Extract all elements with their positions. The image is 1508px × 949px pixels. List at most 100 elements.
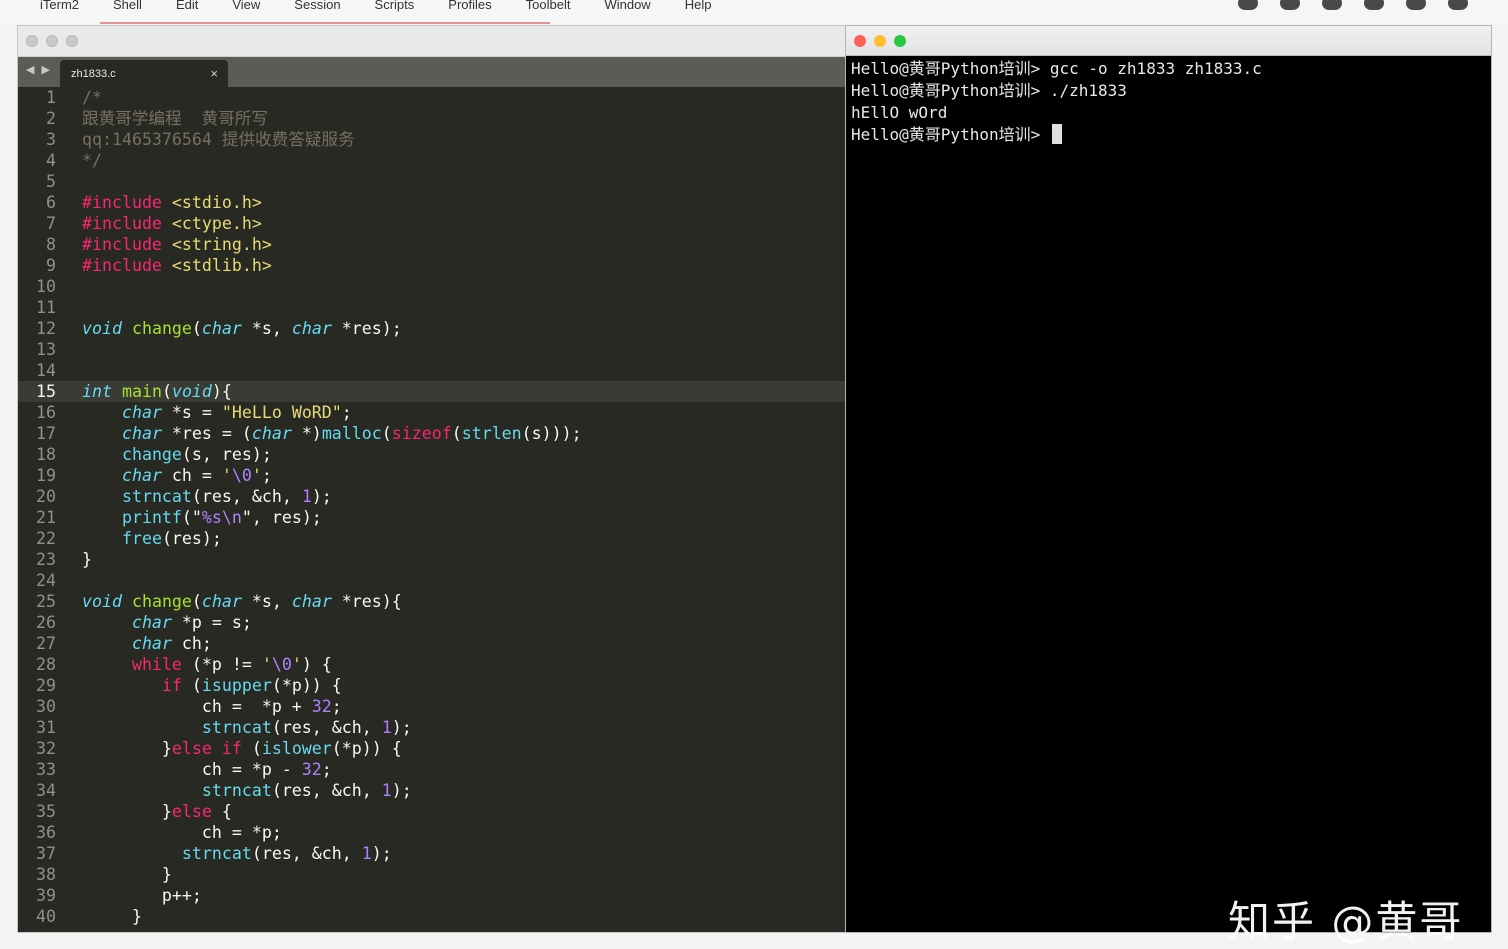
menu-item[interactable]: iTerm2 [40,0,79,22]
code-token: *s = [161,403,222,422]
code-token: 32 [311,697,332,716]
code-token: ( [191,592,202,611]
line-number: 13 [36,340,56,359]
code-token: char [291,319,332,338]
code-token: ; [341,403,352,422]
code-token: ( [451,424,462,443]
code-token: char [121,403,162,422]
code-token: 1 [301,487,312,506]
close-window-icon[interactable] [854,35,866,47]
line-number: 11 [36,298,56,317]
code-token: (res, &ch, [271,781,382,800]
code-line: char *res = (char *)malloc(sizeof(strlen… [82,423,850,444]
watermark: 知乎 @黄哥 [1228,897,1464,946]
code-token: ); [371,844,392,863]
code-line: strncat(res, &ch, 1); [82,780,850,801]
code-token: } [82,907,142,926]
code-token: *res); [331,319,402,338]
line-number: 39 [36,886,56,905]
status-icon[interactable] [1364,0,1384,10]
code-token: <ctype.h> [171,214,262,233]
status-icon[interactable] [1238,0,1258,10]
code-token: ); [311,487,332,506]
tab-zh1833-c[interactable]: zh1833.c × [60,60,228,87]
decorative-line [100,22,550,24]
menu-item[interactable]: Profiles [448,0,491,22]
code-token: *res){ [331,592,402,611]
code-line: }else { [82,801,850,822]
menu-item[interactable]: Toolbelt [526,0,571,22]
code-token: *s, [241,592,292,611]
menu-item[interactable]: Window [604,0,650,22]
editor-titlebar[interactable] [18,26,850,57]
code-token: ch = *p + [82,697,312,716]
status-icon[interactable] [1406,0,1426,10]
menubar-status-icons [1238,0,1468,10]
code-line: printf("%s\n", res); [82,507,850,528]
code-token: ( [381,424,392,443]
line-number: 35 [36,802,56,821]
terminal-titlebar[interactable] [846,26,1491,56]
status-icon[interactable] [1448,0,1468,10]
menu-item[interactable]: View [232,0,260,22]
line-number-gutter: 1 2 3 4 5 6 7 8 9 10 11 12 13 14 15 16 17 18 19 20 21 22 23 24 2… [18,87,74,927]
code-token: ) { [301,655,332,674]
line-number: 8 [46,235,56,254]
menu-item[interactable]: Shell [113,0,142,22]
code-token: void [82,319,122,338]
code-token: (*p != [181,655,262,674]
terminal-output[interactable]: Hello@黄哥Python培训> gcc -o zh1833 zh1833.c… [851,58,1262,146]
zoom-window-icon[interactable] [894,35,906,47]
close-window-icon[interactable] [26,35,38,47]
code-token: (" [181,508,202,527]
code-line: } [82,906,850,927]
status-icon[interactable] [1322,0,1342,10]
line-number: 29 [36,676,56,695]
code-line: if (isupper(*p)) { [82,675,850,696]
code-token: char [251,424,292,443]
line-number: 30 [36,697,56,716]
code-token: islower [261,739,332,758]
menu-item[interactable]: Scripts [375,0,415,22]
code-token: ' [251,466,262,485]
code-token: ' [291,655,302,674]
menu-item[interactable]: Session [294,0,340,22]
code-token: change [131,319,192,338]
menu-item[interactable]: Help [685,0,712,22]
zoom-window-icon[interactable] [66,35,78,47]
line-number: 36 [36,823,56,842]
code-line: ch = *p - 32; [82,759,850,780]
line-number: 26 [36,613,56,632]
line-number: 23 [36,550,56,569]
code-line: } [82,864,850,885]
code-line: while (*p != '\0') { [82,654,850,675]
terminal-window[interactable]: Hello@黄哥Python培训> gcc -o zh1833 zh1833.c… [846,26,1491,932]
code-token: *p = s; [171,613,252,632]
code-token: while [131,655,182,674]
code-token: strncat [201,781,272,800]
code-token: strncat [121,487,192,506]
status-icon[interactable] [1280,0,1300,10]
minimize-window-icon[interactable] [874,35,886,47]
code-line: p++; [82,885,850,906]
code-area[interactable]: /* 跟黄哥学编程 黄哥所写 qq:1465376564 提供收费答疑服务 */ #in… [82,87,850,927]
tab-navigation-arrows-icon[interactable]: ◀ ▶ [26,63,52,76]
editor-tab-bar: ◀ ▶ zh1833.c × [18,57,850,87]
code-token: ; [261,466,272,485]
code-token: strncat [201,718,272,737]
line-number: 16 [36,403,56,422]
code-token: char [121,466,162,485]
code-line: void change(char *s, char *res){ [82,591,850,612]
line-number: 1 [46,88,56,107]
code-token: 1 [381,781,392,800]
code-line: int main(void){ [82,381,850,402]
code-line: /* [82,87,850,108]
minimize-window-icon[interactable] [46,35,58,47]
terminal-prompt-line[interactable]: Hello@黄哥Python培训> [851,124,1262,146]
tab-close-icon[interactable]: × [210,66,218,81]
code-token: /* [82,88,102,107]
menu-item[interactable]: Edit [176,0,198,22]
